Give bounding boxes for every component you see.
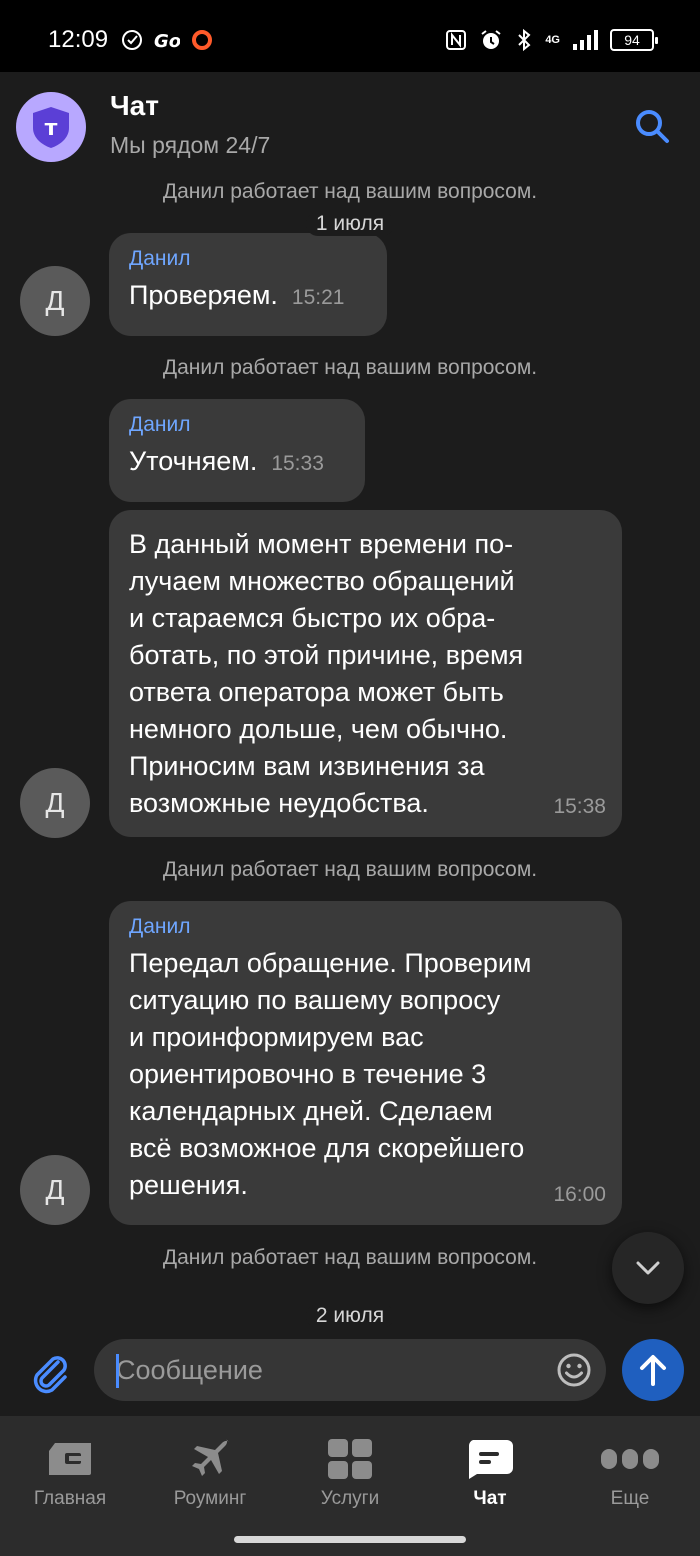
message-time: 16:00 — [553, 1183, 606, 1206]
message-bubble[interactable]: Данил Передал обращение. Проверим ситуац… — [109, 901, 622, 1225]
status-left-icons: Go — [120, 28, 214, 52]
text-caret — [116, 1354, 119, 1388]
message-text: Передал обращение. Проверим ситуацию по … — [129, 948, 532, 1200]
avatar: Д — [20, 266, 90, 336]
chevron-down-icon — [636, 1261, 660, 1275]
check-circle-icon — [122, 30, 142, 50]
message-text: В данный момент времени по- лучаем множе… — [129, 529, 524, 818]
message-time: 15:38 — [553, 795, 606, 818]
nav-label: Еще — [610, 1488, 650, 1509]
status-right-icons: 4G 94 — [445, 28, 658, 52]
send-button[interactable] — [622, 1339, 684, 1401]
nav-item-roaming[interactable]: Роуминг — [140, 1416, 280, 1524]
scroll-down-button[interactable] — [612, 1232, 684, 1304]
brand-logo: т — [16, 92, 86, 162]
alarm-icon — [481, 30, 501, 49]
message-author: Данил — [129, 247, 191, 270]
avatar: Д — [20, 768, 90, 838]
message-text: Уточняем. — [129, 446, 258, 476]
nav-item-services[interactable]: Услуги — [280, 1416, 420, 1524]
chat-icon — [468, 1440, 513, 1479]
system-notice: Данил работает над вашим вопросом. — [162, 858, 538, 881]
battery-icon: 94 — [610, 29, 658, 51]
nav-item-chat[interactable]: Чат — [420, 1416, 560, 1524]
page-title: Чат — [110, 90, 159, 121]
nav-item-more[interactable]: Еще — [560, 1416, 700, 1524]
nav-label: Чат — [473, 1488, 507, 1509]
search-icon[interactable] — [632, 106, 672, 146]
message-composer — [0, 1334, 700, 1416]
nav-item-home[interactable]: Главная — [0, 1416, 140, 1524]
message-bubble[interactable]: В данный момент времени по- лучаем множе… — [109, 510, 622, 837]
date-separator: 2 июля — [305, 1304, 395, 1328]
message-bubble[interactable]: Данил Проверяем. 15:21 — [109, 233, 387, 336]
message-time: 15:33 — [271, 452, 324, 475]
system-notice: Данил работает над вашим вопросом. — [162, 182, 538, 203]
signal-icon — [573, 30, 598, 50]
chat-header: т Чат Мы рядом 24/7 — [0, 72, 700, 182]
nfc-icon — [446, 30, 467, 50]
services-grid-icon — [328, 1439, 372, 1479]
date-separator: 1 июля — [305, 212, 395, 236]
shield-logo-icon: т — [33, 107, 69, 148]
home-indicator[interactable] — [234, 1536, 466, 1543]
system-notice: Данил работает над вашим вопросом. — [162, 1246, 538, 1269]
home-icon — [49, 1443, 91, 1475]
status-bar: 12:09 Go 4G 94 — [0, 0, 700, 72]
airplane-icon — [192, 1439, 229, 1476]
avatar: Д — [20, 1155, 90, 1225]
chat-messages[interactable]: Данил работает над вашим вопросом. Д Дан… — [0, 182, 700, 1334]
message-time: 15:21 — [291, 286, 345, 309]
nav-label: Роуминг — [173, 1488, 247, 1509]
message-author: Данил — [129, 413, 191, 436]
more-dots-icon — [601, 1449, 659, 1469]
paperclip-icon[interactable] — [28, 1350, 72, 1394]
message-text: Проверяем. — [129, 280, 278, 310]
page-subtitle: Мы рядом 24/7 — [110, 132, 271, 158]
bottom-navigation: Главная Роуминг Услуги Чат Еще — [0, 1416, 700, 1524]
svg-text:Go: Go — [154, 31, 180, 52]
emoji-icon[interactable] — [556, 1352, 592, 1388]
nav-label: Услуги — [320, 1488, 380, 1509]
message-bubble[interactable]: Данил Уточняем. 15:33 — [109, 399, 365, 502]
record-icon — [192, 30, 212, 50]
bluetooth-icon — [518, 28, 531, 52]
nav-label: Главная — [33, 1488, 107, 1509]
arrow-up-icon — [640, 1355, 666, 1386]
gesture-bar — [0, 1524, 700, 1556]
logo-letter: т — [45, 116, 58, 141]
network-type: 4G — [545, 34, 560, 46]
system-notice: Данил работает над вашим вопросом. — [162, 356, 538, 379]
message-input[interactable] — [94, 1339, 606, 1401]
app-notification-icon: Go — [154, 31, 180, 52]
status-time: 12:09 — [48, 26, 109, 53]
battery-level: 94 — [624, 32, 640, 48]
message-author: Данил — [129, 915, 191, 938]
